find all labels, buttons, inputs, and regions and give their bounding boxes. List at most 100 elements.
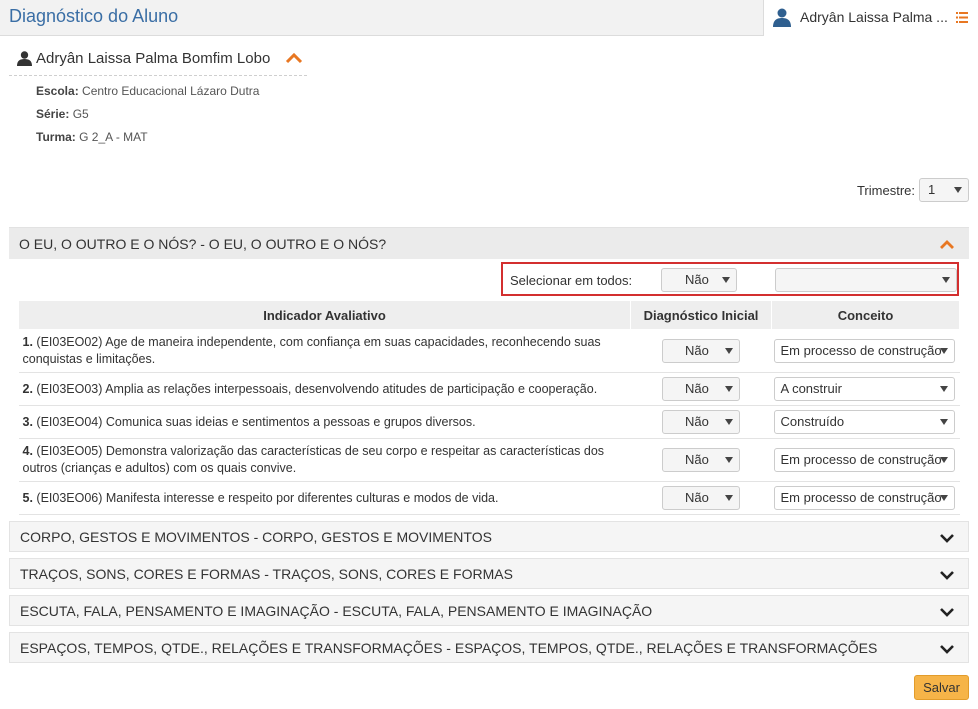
diagnostico-select[interactable]: Não [662,377,740,401]
conceito-select[interactable]: Em processo de construção [773,448,955,472]
conceito-cell: Construído [771,405,960,439]
trimestre-value: 1 [928,182,936,197]
column-header-diagnostico: Diagnóstico Inicial [630,300,772,330]
diagnostico-select[interactable]: Não [662,448,740,472]
chevron-down-icon [725,386,733,392]
escola-value: Centro Educacional Lázaro Dutra [82,84,260,98]
chevron-up-icon[interactable] [285,52,303,67]
chevron-down-icon [939,495,948,501]
column-header-indicador: Indicador Avaliativo [18,300,631,330]
section-title: ESCUTA, FALA, PENSAMENTO E IMAGINAÇÃO - … [20,603,653,619]
diagnostico-value: Não [685,343,709,358]
conceito-select[interactable]: Em processo de construção [773,486,955,510]
chevron-down-icon[interactable] [939,532,955,547]
diagnostico-value: Não [685,414,709,429]
user-name: Adryân Laissa Palma ... [800,9,948,25]
chevron-down-icon[interactable] [939,569,955,584]
chevron-down-icon [942,277,950,283]
indicator-text: (EI03EO06) Manifesta interesse e respeit… [36,490,499,505]
table-row: 2. (EI03EO03) Amplia as relações interpe… [18,372,960,406]
conceito-cell: Em processo de construção [771,481,960,515]
table-row: 1. (EI03EO02) Age de maneira independent… [18,329,960,373]
chevron-down-icon [939,419,948,425]
column-header-conceito: Conceito [771,300,960,330]
table-row: 4. (EI03EO05) Demonstra valorização das … [18,438,960,482]
chevron-down-icon [725,495,733,501]
diagnostico-value: Não [685,490,709,505]
section-title: O EU, O OUTRO E O NÓS? - O EU, O OUTRO E… [19,236,387,252]
indicators-table: Indicador Avaliativo Diagnóstico Inicial… [18,300,960,515]
indicator-number: 5. [22,490,33,505]
serie-value: G5 [72,107,89,121]
chevron-down-icon [939,457,948,463]
indicator-cell: 3. (EI03EO04) Comunica suas ideias e sen… [18,405,631,439]
indicator-number: 4. [22,444,33,458]
section-header-escuta-fala[interactable]: ESCUTA, FALA, PENSAMENTO E IMAGINAÇÃO - … [9,595,969,626]
select-all-diag-value: Não [685,272,709,287]
select-all-diagnostico[interactable]: Não [661,268,737,292]
trimestre-select[interactable]: 1 [919,178,969,202]
select-all-label: Selecionar em todos: [510,273,633,288]
chevron-down-icon [722,277,730,283]
conceito-select[interactable]: Em processo de construção [773,339,955,363]
conceito-select[interactable]: A construir [773,377,955,401]
diagnostico-cell: Não [630,329,772,373]
serie-label: Série: [36,107,70,121]
trimestre-filter: Trimestre: 1 [857,178,969,202]
conceito-value: Em processo de construção [780,452,942,467]
turma-value: G 2_A - MAT [79,130,148,144]
conceito-value: Em processo de construção [780,343,942,358]
section-header-tracos-sons[interactable]: TRAÇOS, SONS, CORES E FORMAS - TRAÇOS, S… [9,558,969,589]
student-panel: Adryân Laissa Palma Bomfim Lobo Escola: … [9,46,307,151]
student-name: Adryân Laissa Palma Bomfim Lobo [36,50,271,67]
diagnostico-cell: Não [630,481,772,515]
table-row: 5. (EI03EO06) Manifesta interesse e resp… [18,481,960,515]
select-all-box: Selecionar em todos: Não [501,262,959,296]
section-header-eu-outro-nos[interactable]: O EU, O OUTRO E O NÓS? - O EU, O OUTRO E… [9,227,969,259]
chevron-down-icon [725,348,733,354]
chevron-down-icon [725,419,733,425]
student-header: Adryân Laissa Palma Bomfim Lobo [9,46,307,76]
section-header-corpo-gestos[interactable]: CORPO, GESTOS E MOVIMENTOS - CORPO, GEST… [9,521,969,552]
diagnostico-cell: Não [630,405,772,439]
person-icon [17,51,32,69]
section-title: ESPAÇOS, TEMPOS, QTDE., RELAÇÕES E TRANS… [20,640,878,656]
chevron-down-icon[interactable] [939,606,955,621]
conceito-cell: Em processo de construção [771,438,960,482]
user-icon [772,8,792,30]
trimestre-label: Trimestre: [856,182,915,198]
chevron-down-icon[interactable] [939,643,955,658]
chevron-down-icon [954,187,962,193]
indicator-cell: 4. (EI03EO05) Demonstra valorização das … [18,438,631,482]
diagnostico-select[interactable]: Não [662,339,740,363]
conceito-value: A construir [780,381,842,396]
turma-label: Turma: [36,130,76,144]
user-menu-tab[interactable]: Adryân Laissa Palma ... [763,0,978,36]
escola-label: Escola: [36,84,79,98]
indicator-text: (EI03EO03) Amplia as relações interpesso… [36,381,598,396]
top-bar: Diagnóstico do Aluno Adryân Laissa Palma… [0,0,978,36]
indicator-number: 3. [22,414,33,429]
chevron-down-icon [939,348,948,354]
page-title: Diagnóstico do Aluno [9,6,179,26]
diagnostico-select[interactable]: Não [662,486,740,510]
save-button[interactable]: Salvar [914,675,969,700]
section-title: TRAÇOS, SONS, CORES E FORMAS - TRAÇOS, S… [20,566,513,582]
conceito-value: Em processo de construção [780,490,942,505]
indicator-cell: 2. (EI03EO03) Amplia as relações interpe… [18,372,631,406]
chevron-down-icon [939,386,948,392]
section-header-espacos-tempos[interactable]: ESPAÇOS, TEMPOS, QTDE., RELAÇÕES E TRANS… [9,632,969,663]
chevron-up-icon[interactable] [939,238,955,253]
diagnostico-select[interactable]: Não [662,410,740,434]
student-details: Escola: Centro Educacional Lázaro Dutra … [9,76,307,151]
indicator-cell: 5. (EI03EO06) Manifesta interesse e resp… [18,481,631,515]
conceito-value: Construído [780,414,845,429]
list-icon[interactable] [956,11,968,26]
indicator-text: (EI03EO05) Demonstra valorização das car… [22,444,605,475]
indicator-number: 2. [22,381,33,396]
indicator-number: 1. [22,335,33,349]
conceito-select[interactable]: Construído [773,410,955,434]
select-all-conceito[interactable] [775,268,957,292]
indicator-text: (EI03EO04) Comunica suas ideias e sentim… [36,414,476,429]
chevron-down-icon [725,457,733,463]
